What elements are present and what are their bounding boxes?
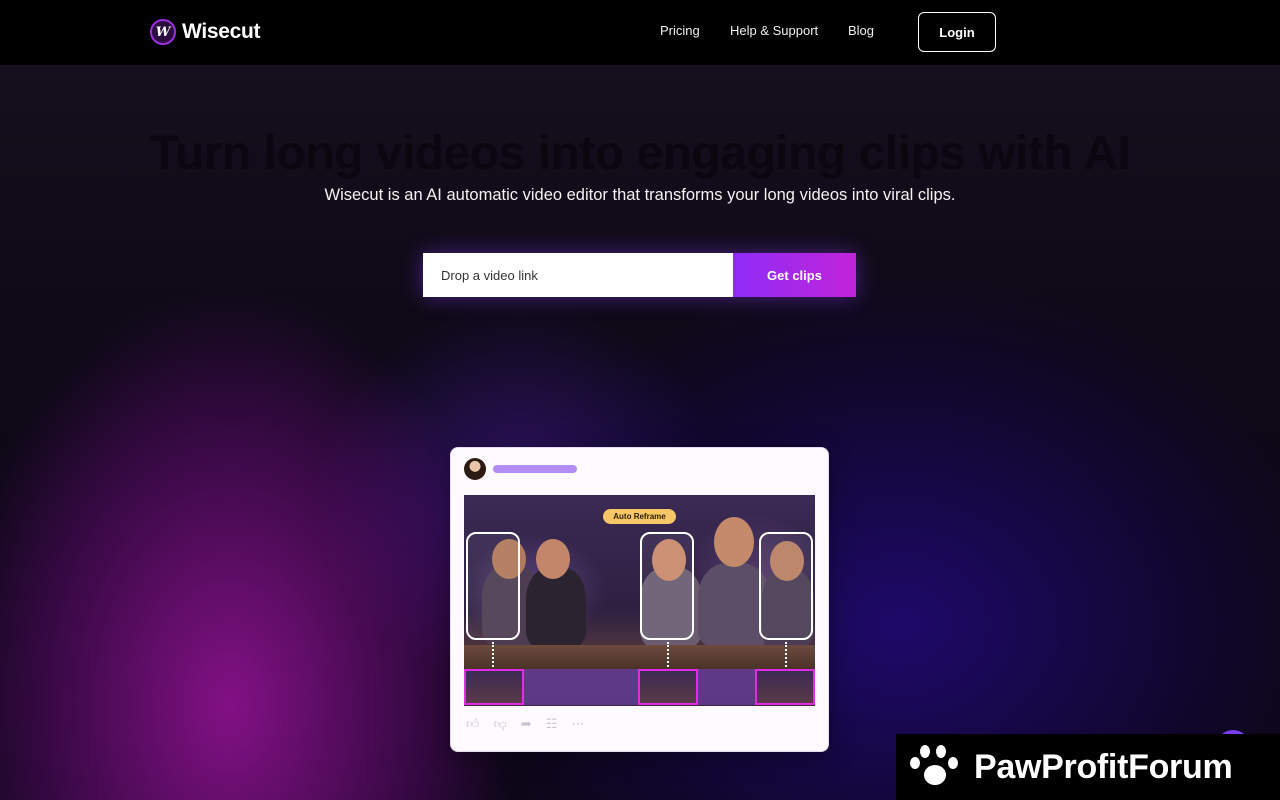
person-center-left-head xyxy=(536,539,570,579)
top-nav: W Wisecut Pricing Help & Support Blog Lo… xyxy=(0,0,1280,65)
username-placeholder-bar xyxy=(493,465,577,473)
login-button[interactable]: Login xyxy=(918,12,996,52)
thumbs-down-icon[interactable]: 👎︎ xyxy=(494,718,507,732)
nav-link-help-support[interactable]: Help & Support xyxy=(730,23,818,38)
reframe-frame-3 xyxy=(759,532,813,640)
logo-icon: W xyxy=(150,19,176,45)
avatar xyxy=(464,458,486,480)
save-icon[interactable]: ☷ xyxy=(546,718,558,732)
reframe-frame-2 xyxy=(640,532,694,640)
person-center-left xyxy=(526,567,586,647)
post-actions: 👍︎ 👎︎ ➦ ☷ ⋯ xyxy=(466,718,584,732)
paw-icon xyxy=(908,743,960,791)
table-surface xyxy=(464,645,815,669)
get-clips-button[interactable]: Get clips xyxy=(733,253,856,297)
thumbs-up-icon[interactable]: 👍︎ xyxy=(466,718,480,732)
clip-thumbnail-2[interactable] xyxy=(638,669,698,705)
nav-link-pricing[interactable]: Pricing xyxy=(660,23,700,38)
watermark-banner: PawProfitForum xyxy=(896,734,1280,800)
brand-name: Wisecut xyxy=(182,20,261,43)
clip-thumbnail-1[interactable] xyxy=(464,669,524,705)
clip-thumbnail-3[interactable] xyxy=(755,669,815,705)
person-right-head xyxy=(714,517,754,567)
hero-subtitle: Wisecut is an AI automatic video editor … xyxy=(324,186,956,204)
connector-1 xyxy=(492,642,494,667)
more-icon[interactable]: ⋯ xyxy=(571,718,584,732)
watermark-text: PawProfitForum xyxy=(974,747,1233,786)
video-link-input[interactable] xyxy=(423,253,733,297)
auto-reframe-badge: Auto Reframe xyxy=(603,509,676,524)
connector-3 xyxy=(785,642,787,667)
share-icon[interactable]: ➦ xyxy=(521,718,532,732)
brand-logo[interactable]: W Wisecut xyxy=(150,19,261,45)
reframe-frame-1 xyxy=(466,532,520,640)
video-preview: Auto Reframe xyxy=(464,495,815,706)
nav-link-blog[interactable]: Blog xyxy=(848,23,874,38)
connector-2 xyxy=(667,642,669,667)
hero-headline: Turn long videos into engaging clips wit… xyxy=(149,127,1131,180)
video-link-form: Get clips xyxy=(423,253,856,297)
preview-card: Auto Reframe 👍︎ 👎︎ ➦ ☷ ⋯ xyxy=(450,447,829,752)
